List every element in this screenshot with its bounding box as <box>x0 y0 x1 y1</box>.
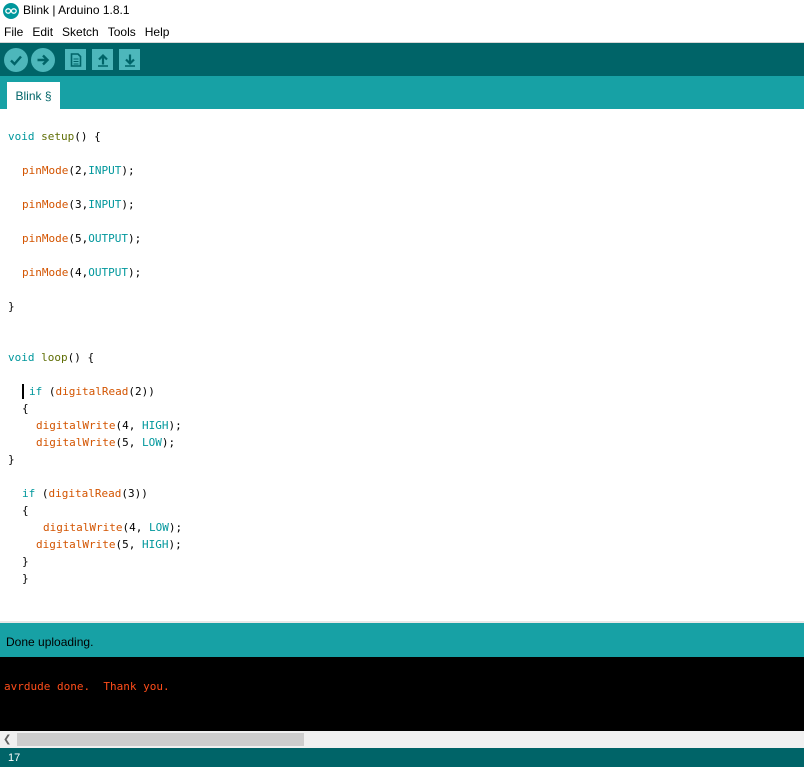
code-line: void loop() { <box>8 351 95 364</box>
tab-bar: Blink § <box>0 76 804 109</box>
code-line: { <box>22 504 29 517</box>
save-button[interactable] <box>119 49 140 70</box>
arrow-up-icon <box>97 53 108 67</box>
code-line: digitalWrite(4, LOW); <box>43 521 183 534</box>
horizontal-scrollbar[interactable]: ❮ <box>0 731 804 748</box>
arduino-logo-icon <box>3 3 19 19</box>
code-line: { <box>22 402 29 415</box>
open-button[interactable] <box>92 49 113 70</box>
code-line: void setup() { <box>8 130 101 143</box>
code-editor[interactable]: void setup() { pinMode(2,INPUT); pinMode… <box>0 109 804 621</box>
console-output[interactable]: avrdude done. Thank you. <box>0 657 804 731</box>
arrow-right-icon <box>37 54 50 66</box>
verify-button[interactable] <box>4 48 28 72</box>
code-line: pinMode(2,INPUT); <box>22 164 135 177</box>
line-number-bar: 17 <box>0 748 804 767</box>
code-line: } <box>8 300 15 313</box>
menu-bar: File Edit Sketch Tools Help <box>0 22 804 42</box>
check-icon <box>10 55 22 66</box>
arrow-down-icon <box>124 54 135 67</box>
menu-sketch[interactable]: Sketch <box>58 25 102 39</box>
code-line: pinMode(3,INPUT); <box>22 198 135 211</box>
code-line: digitalWrite(5, HIGH); <box>36 538 182 551</box>
new-button[interactable] <box>65 49 86 70</box>
menu-file[interactable]: File <box>0 25 26 39</box>
title-bar: Blink | Arduino 1.8.1 <box>0 0 804 22</box>
console-text: avrdude done. Thank you. <box>4 680 170 693</box>
window-title: Blink | Arduino 1.8.1 <box>23 3 130 17</box>
menu-edit[interactable]: Edit <box>28 25 56 39</box>
code-line: } <box>22 572 29 585</box>
code-line: } <box>8 453 15 466</box>
code-line: digitalWrite(4, HIGH); <box>36 419 182 432</box>
upload-button[interactable] <box>31 48 55 72</box>
code-line: digitalWrite(5, LOW); <box>36 436 176 449</box>
code-line: pinMode(4,OUTPUT); <box>22 266 142 279</box>
code-line: if (digitalRead(3)) <box>22 487 148 500</box>
status-bar: Done uploading. <box>0 623 804 657</box>
new-file-icon <box>70 52 81 67</box>
code-line: if (digitalRead(2)) <box>29 385 155 398</box>
scrollbar-thumb[interactable] <box>17 733 304 746</box>
text-caret <box>22 384 24 399</box>
scroll-left-icon[interactable]: ❮ <box>3 734 13 745</box>
toolbar <box>0 43 804 76</box>
code-line: } <box>22 555 29 568</box>
tab-blink[interactable]: Blink § <box>7 82 60 109</box>
menu-help[interactable]: Help <box>141 25 173 39</box>
status-message: Done uploading. <box>6 635 94 649</box>
menu-tools[interactable]: Tools <box>104 25 139 39</box>
current-line-number: 17 <box>8 752 21 764</box>
code-line: pinMode(5,OUTPUT); <box>22 232 142 245</box>
